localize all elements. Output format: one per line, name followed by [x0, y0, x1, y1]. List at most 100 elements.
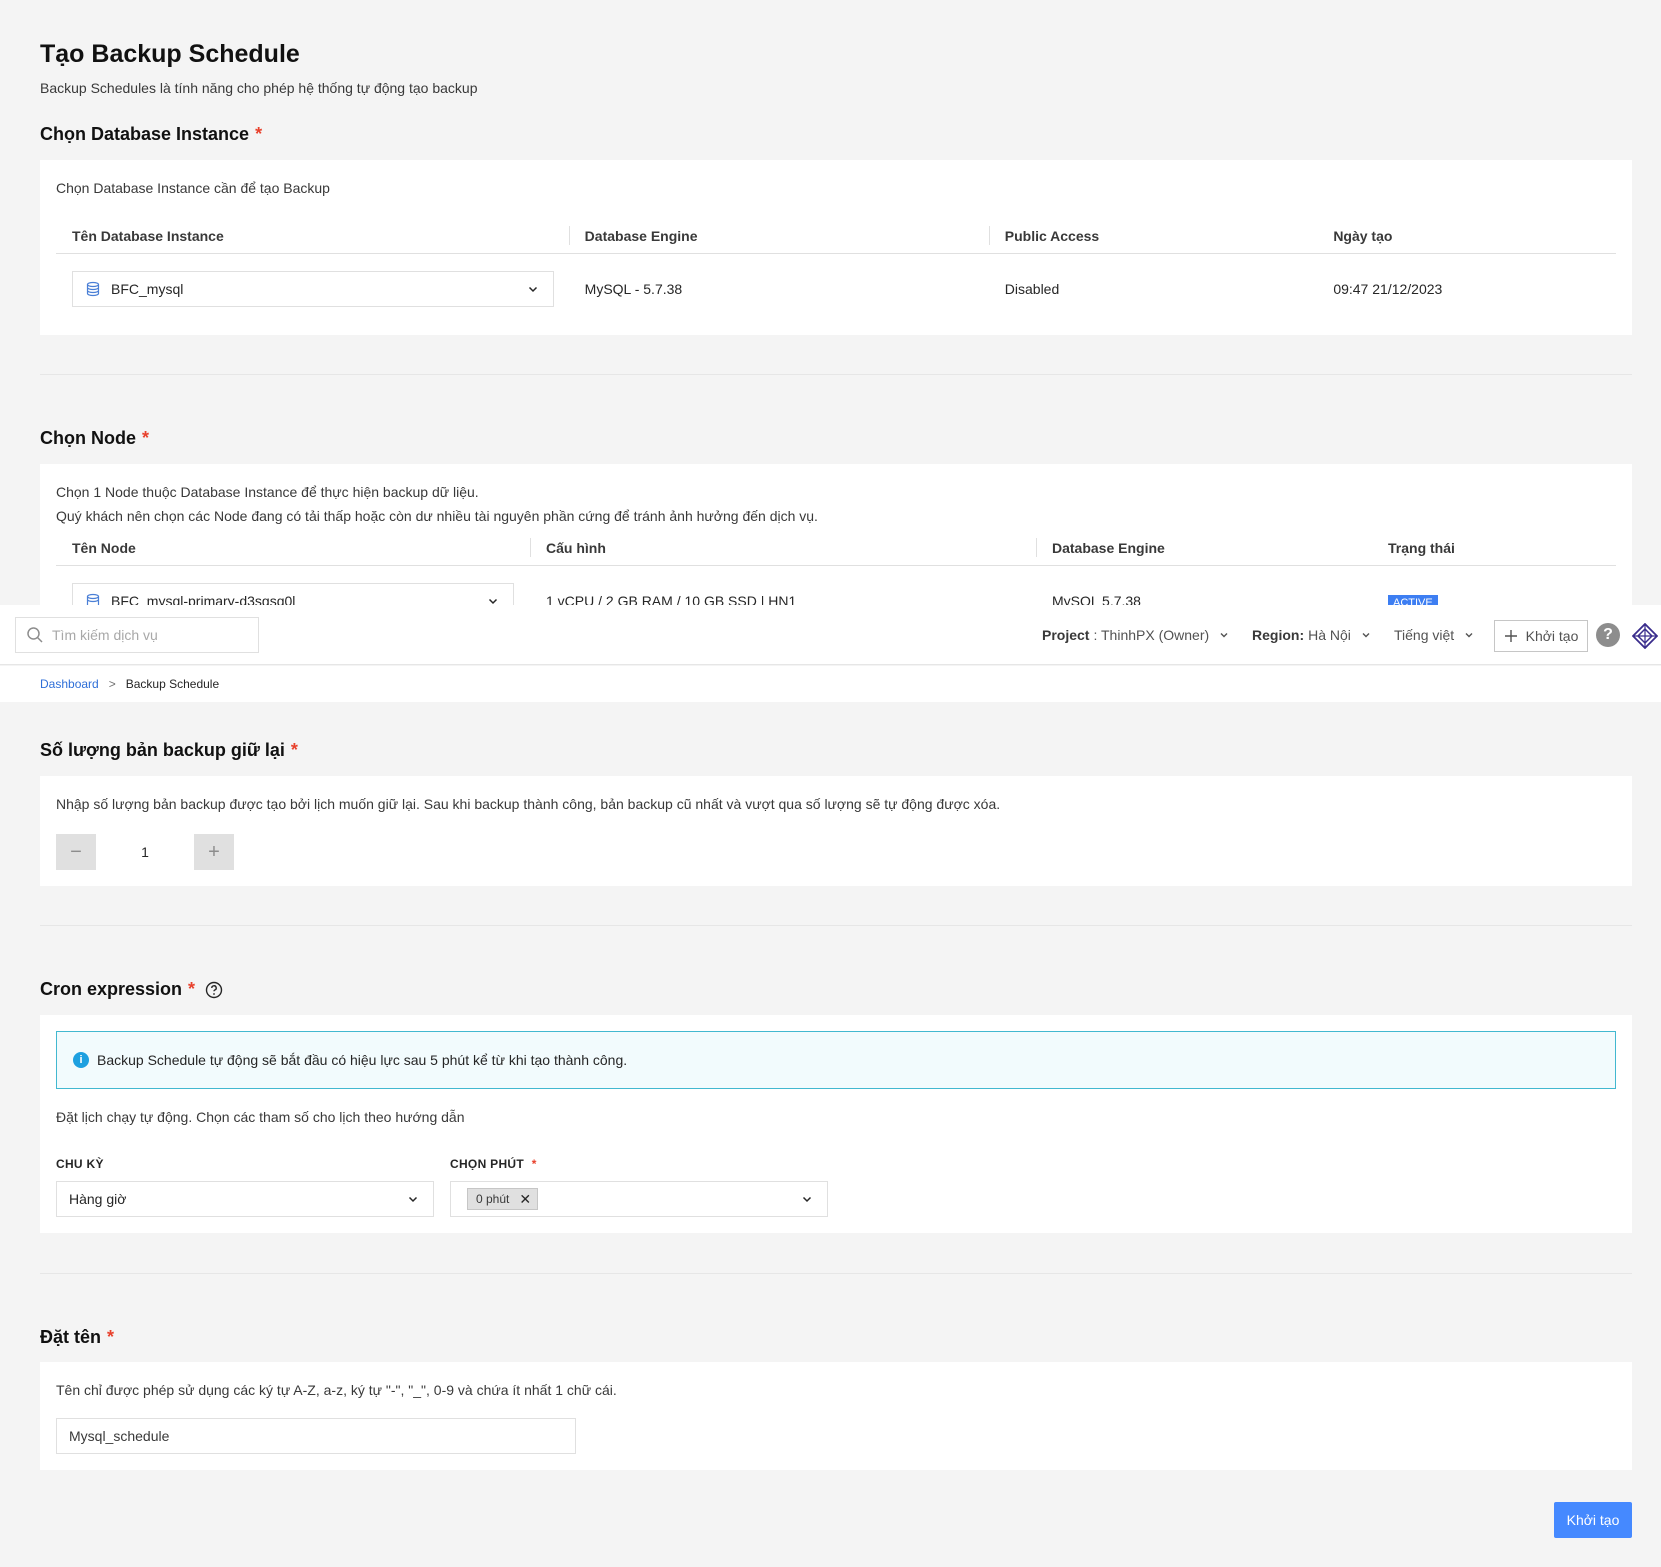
col-node-config: Cấu hình — [530, 530, 1036, 565]
page-title: Tạo Backup Schedule — [40, 40, 300, 68]
retention-section-title: Số lượng bản backup giữ lại * — [40, 740, 298, 761]
chevron-down-icon — [408, 1196, 418, 1203]
instance-engine-cell: MySQL - 5.7.38 — [584, 281, 683, 297]
cycle-select-value: Hàng giờ — [69, 1191, 127, 1207]
node-status-cell: ACTIVE — [1372, 593, 1616, 605]
node-select-cell: BFC_mysql-primary-d3sgsq0l — [56, 583, 530, 605]
node-section-title: Chọn Node * — [40, 428, 149, 449]
breadcrumb-current: Backup Schedule — [125, 677, 220, 691]
remove-tag-icon[interactable]: ✕ — [519, 1191, 531, 1208]
minute-multiselect[interactable]: 0 phút ✕ — [450, 1181, 828, 1217]
instance-description: Chọn Database Instance cần để tạo Backup — [56, 180, 330, 196]
create-service-label: Khởi tạo — [1525, 628, 1579, 644]
instance-card: Chọn Database Instance cần để tạo Backup… — [40, 160, 1632, 335]
required-marker: * — [255, 124, 263, 144]
language-selector[interactable]: Tiếng việt — [1394, 605, 1474, 665]
node-config-cell: 1 vCPU / 2 GB RAM / 10 GB SSD | HN1 — [546, 593, 797, 605]
breadcrumb: Dashboard > Backup Schedule — [0, 666, 1661, 702]
instance-section-title: Chọn Database Instance * — [40, 124, 262, 145]
info-icon: i — [73, 1052, 89, 1068]
col-public-access: Public Access — [988, 218, 1318, 253]
name-section-title: Đặt tên * — [40, 1327, 114, 1348]
chevron-down-icon — [1220, 633, 1228, 638]
cycle-label: CHU KỲ — [56, 1157, 104, 1171]
minute-tag: 0 phút ✕ — [467, 1188, 539, 1210]
node-description-line2: Quý khách nên chọn các Node đang có tải … — [56, 508, 818, 524]
info-text: Backup Schedule tự động sẽ bắt đầu có hi… — [97, 1052, 628, 1068]
chevron-down-icon — [1465, 633, 1473, 638]
search-icon — [27, 627, 43, 643]
breadcrumb-separator: > — [108, 677, 116, 691]
page-subtitle: Backup Schedules là tính năng cho phép h… — [40, 80, 478, 96]
submit-create-button[interactable]: Khởi tạo — [1554, 1502, 1632, 1538]
region-selector[interactable]: Region: Hà Nội — [1252, 605, 1371, 665]
node-card: Chọn 1 Node thuộc Database Instance để t… — [40, 464, 1632, 605]
cron-section-label: Cron expression — [40, 979, 183, 999]
node-table-header: Tên Node Cấu hình Database Engine Trạng … — [56, 530, 1616, 566]
minute-label-text: CHỌN PHÚT — [450, 1157, 525, 1171]
node-section-label: Chọn Node — [40, 428, 136, 448]
node-engine-cell: MySQL 5.7.38 — [1052, 593, 1141, 605]
brand-logo-icon[interactable] — [1632, 623, 1658, 649]
instance-select-value: BFC_mysql — [111, 281, 184, 297]
instance-table-header: Tên Database Instance Database Engine Pu… — [56, 218, 1616, 254]
top-navigation-bar: Tìm kiếm dịch vụ Project : ThinhPX (Owne… — [0, 605, 1661, 665]
schedule-name-input[interactable]: Mysql_schedule — [56, 1418, 576, 1454]
section-divider — [40, 925, 1632, 926]
instance-select-cell: BFC_mysql — [56, 271, 569, 307]
project-value: : ThinhPX (Owner) — [1093, 627, 1210, 643]
chevron-down-icon — [488, 598, 498, 605]
create-service-button[interactable]: Khởi tạo — [1494, 620, 1588, 652]
retention-description: Nhập số lượng bản backup được tạo bởi lị… — [56, 796, 1001, 812]
retention-card: Nhập số lượng bản backup được tạo bởi lị… — [40, 776, 1632, 886]
col-node-engine: Database Engine — [1036, 530, 1372, 565]
cron-card: i Backup Schedule tự động sẽ bắt đầu có … — [40, 1015, 1632, 1233]
node-table-row: BFC_mysql-primary-d3sgsq0l 1 vCPU / 2 GB… — [56, 583, 1616, 605]
required-marker: * — [142, 428, 150, 448]
name-description: Tên chỉ được phép sử dụng các ký tự A-Z,… — [56, 1382, 617, 1398]
cron-description: Đặt lịch chạy tự động. Chọn các tham số … — [56, 1109, 465, 1125]
col-instance-engine: Database Engine — [568, 218, 989, 253]
language-value: Tiếng việt — [1394, 627, 1455, 643]
col-created-date: Ngày tạo — [1333, 227, 1393, 244]
instance-created-cell: 09:47 21/12/2023 — [1333, 281, 1443, 297]
section-divider — [40, 1273, 1632, 1274]
breadcrumb-dashboard-link[interactable]: Dashboard — [40, 677, 99, 691]
plus-icon — [1504, 630, 1517, 642]
project-selector[interactable]: Project : ThinhPX (Owner) — [1042, 605, 1229, 665]
retention-quantity-input[interactable]: 1 — [96, 834, 194, 870]
name-card: Tên chỉ được phép sử dụng các ký tự A-Z,… — [40, 1362, 1632, 1470]
col-node-status: Trạng thái — [1388, 539, 1455, 556]
name-section-label: Đặt tên — [40, 1327, 102, 1347]
required-marker: * — [107, 1327, 115, 1347]
region-label: Region: — [1252, 627, 1305, 643]
info-notification: i Backup Schedule tự động sẽ bắt đầu có … — [56, 1031, 1616, 1089]
chevron-down-icon — [1362, 633, 1370, 638]
col-node-name: Tên Node — [72, 539, 136, 556]
required-marker: * — [531, 1157, 537, 1171]
cron-section-title: Cron expression * — [40, 979, 223, 1000]
node-select[interactable]: BFC_mysql-primary-d3sgsq0l — [72, 583, 514, 605]
database-icon — [86, 281, 100, 297]
node-select-value: BFC_mysql-primary-d3sgsq0l — [111, 593, 296, 605]
required-marker: * — [290, 740, 298, 760]
instance-table-row: BFC_mysql MySQL - 5.7.38 Disabled 09:47 … — [56, 271, 1616, 307]
instance-section-label: Chọn Database Instance — [40, 124, 250, 144]
help-icon[interactable]: ? — [1596, 623, 1620, 647]
minute-tag-label: 0 phút — [476, 1192, 510, 1206]
retention-quantity-stepper: − 1 + — [56, 834, 234, 870]
search-input[interactable]: Tìm kiếm dịch vụ — [15, 617, 259, 653]
cycle-select[interactable]: Hàng giờ — [56, 1181, 434, 1217]
retention-section-label: Số lượng bản backup giữ lại — [40, 740, 285, 760]
increment-button[interactable]: + — [194, 834, 234, 870]
required-marker: * — [188, 979, 196, 999]
project-label: Project — [1042, 627, 1090, 643]
decrement-button[interactable]: − — [56, 834, 96, 870]
node-description-line1: Chọn 1 Node thuộc Database Instance để t… — [56, 484, 479, 500]
col-instance-name: Tên Database Instance — [72, 227, 224, 244]
chevron-down-icon — [528, 286, 538, 293]
database-icon — [86, 593, 100, 605]
instance-public-access-cell: Disabled — [1004, 281, 1060, 297]
instance-select[interactable]: BFC_mysql — [72, 271, 554, 307]
question-circle-icon[interactable] — [205, 981, 223, 999]
